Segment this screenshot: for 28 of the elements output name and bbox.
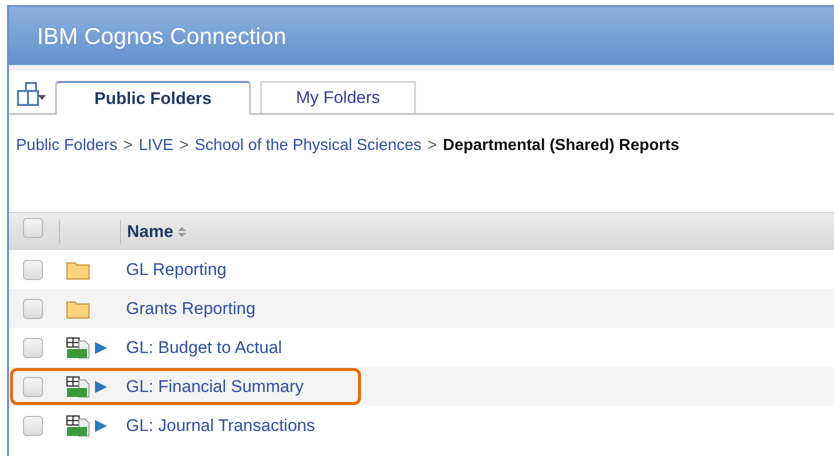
checkbox[interactable] bbox=[23, 416, 43, 436]
item-link[interactable]: GL Reporting bbox=[121, 256, 226, 282]
tab[interactable]: My Folders bbox=[260, 81, 416, 113]
table-row[interactable]: Grants Reporting bbox=[9, 289, 834, 328]
breadcrumb-current: Departmental (Shared) Reports bbox=[442, 136, 680, 156]
breadcrumb-link[interactable]: Public Folders bbox=[16, 134, 118, 158]
item-link[interactable]: GL: Financial Summary bbox=[121, 374, 304, 400]
item-link[interactable]: Grants Reporting bbox=[121, 296, 256, 322]
table-row[interactable]: GL: Financial Summary bbox=[9, 367, 834, 406]
folder-icon bbox=[66, 260, 90, 280]
checkbox[interactable] bbox=[23, 376, 43, 396]
window-title: IBM Cognos Connection bbox=[37, 22, 286, 51]
breadcrumb-link[interactable]: School of the Physical Sciences bbox=[194, 134, 422, 158]
breadcrumb-separator: > bbox=[179, 136, 189, 156]
breadcrumb-link[interactable]: LIVE bbox=[138, 134, 174, 158]
folder-icon bbox=[66, 298, 90, 318]
folder-view-icon[interactable] bbox=[17, 81, 47, 107]
checkbox[interactable] bbox=[23, 218, 43, 238]
tab[interactable]: Public Folders bbox=[55, 81, 251, 115]
checkbox[interactable] bbox=[23, 260, 43, 280]
checkbox[interactable] bbox=[23, 298, 43, 318]
item-link[interactable]: GL: Budget to Actual bbox=[121, 334, 282, 360]
column-header[interactable]: Name bbox=[127, 218, 174, 244]
item-link[interactable]: GL: Journal Transactions bbox=[121, 412, 315, 438]
breadcrumb-separator: > bbox=[123, 136, 133, 156]
checkbox[interactable] bbox=[23, 338, 43, 358]
breadcrumb-separator: > bbox=[428, 136, 437, 156]
sort-icon[interactable] bbox=[177, 226, 188, 238]
